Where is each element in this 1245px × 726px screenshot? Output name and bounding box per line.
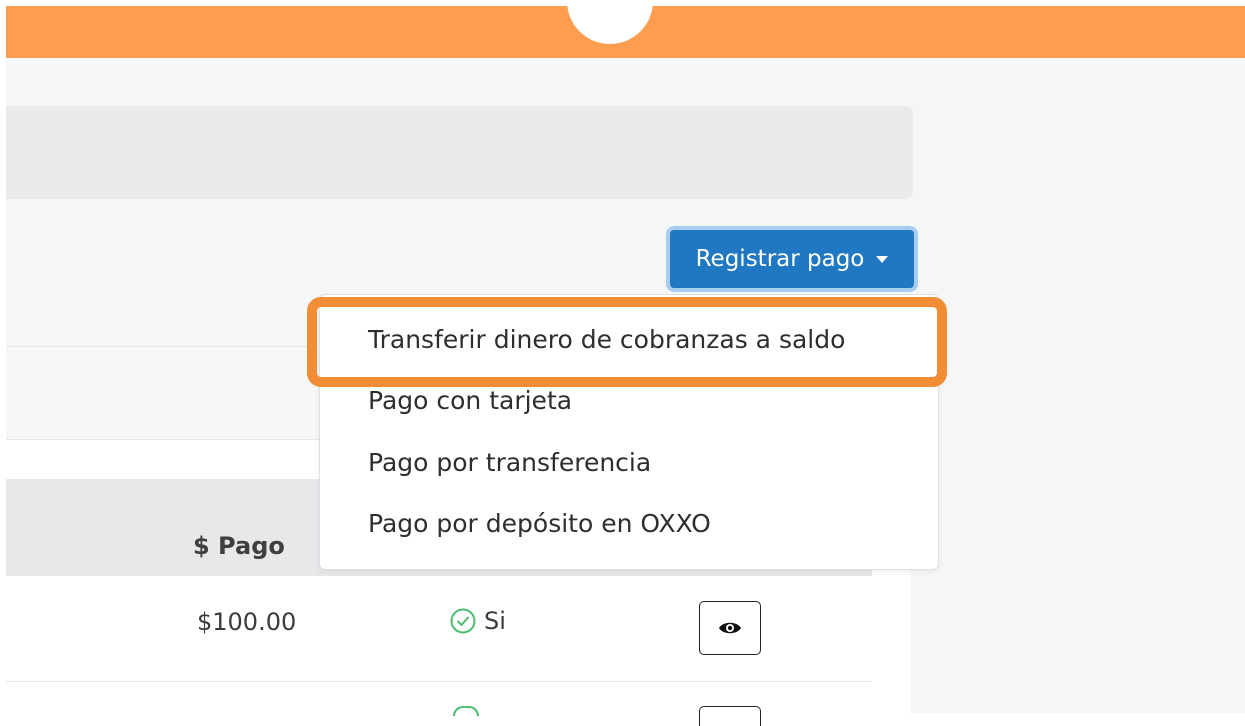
payment-amount: $100.00 [197,608,297,636]
paid-label: Si [484,607,506,635]
user-avatar[interactable] [567,0,653,44]
paid-status: Si [450,607,506,635]
register-payment-label: Registrar pago [695,246,865,272]
top-header-bar [6,0,1245,58]
view-details-button[interactable] [699,601,761,655]
menu-item-card-payment[interactable]: Pago con tarjeta [368,386,572,415]
caret-down-icon [876,255,889,263]
menu-item-oxxo-deposit[interactable]: Pago por depósito en OXXO [368,509,711,538]
column-header-payment: $ Pago [193,532,285,560]
check-circle-icon [453,706,479,716]
filter-panel [6,106,913,199]
eye-icon [719,622,741,634]
view-details-button[interactable] [699,706,761,726]
check-circle-icon [450,608,476,634]
menu-item-bank-transfer[interactable]: Pago por transferencia [368,448,651,477]
register-payment-button[interactable]: Registrar pago [670,230,914,288]
highlight-box [307,297,947,387]
